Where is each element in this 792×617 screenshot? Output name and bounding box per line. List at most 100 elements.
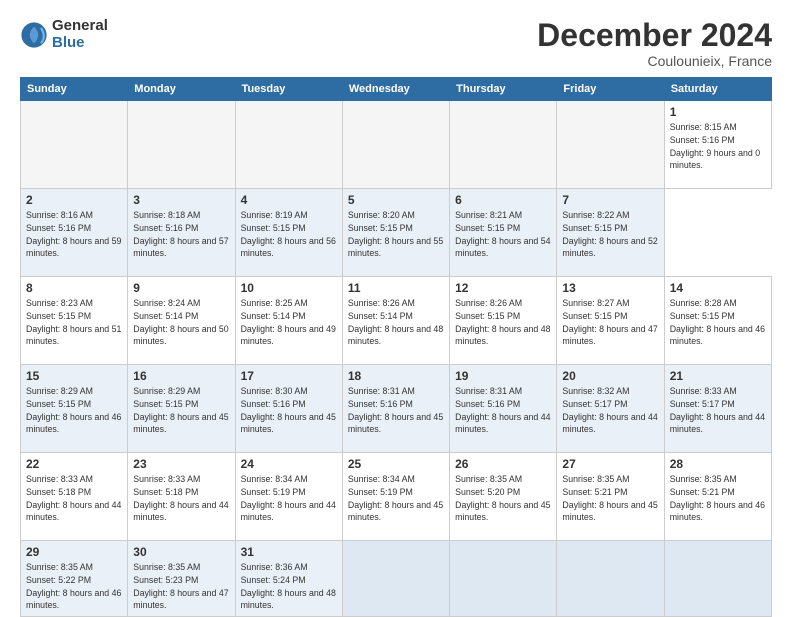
- day-number: 6: [455, 193, 551, 207]
- day-info: Sunrise: 8:35 AMSunset: 5:21 PMDaylight:…: [562, 473, 658, 524]
- calendar-cell: 12Sunrise: 8:26 AMSunset: 5:15 PMDayligh…: [450, 277, 557, 365]
- location: Coulounieix, France: [537, 53, 772, 69]
- day-info: Sunrise: 8:20 AMSunset: 5:15 PMDaylight:…: [348, 209, 444, 260]
- day-number: 25: [348, 457, 444, 471]
- day-number: 30: [133, 545, 229, 559]
- day-info: Sunrise: 8:33 AMSunset: 5:17 PMDaylight:…: [670, 385, 766, 436]
- calendar-cell: 21Sunrise: 8:33 AMSunset: 5:17 PMDayligh…: [664, 365, 771, 453]
- day-info: Sunrise: 8:19 AMSunset: 5:15 PMDaylight:…: [241, 209, 337, 260]
- week-row-2: 2Sunrise: 8:16 AMSunset: 5:16 PMDaylight…: [21, 189, 772, 277]
- week-row-4: 15 Sunrise: 8:29 AMSunset: 5:15 PMDayligh…: [21, 365, 772, 453]
- day-info: Sunrise: 8:35 AMSunset: 5:20 PMDaylight:…: [455, 473, 551, 524]
- day-info: Sunrise: 8:35 AMSunset: 5:21 PMDaylight:…: [670, 473, 766, 524]
- day-number: 4: [241, 193, 337, 207]
- logo-general: General: [52, 18, 108, 35]
- calendar-cell: 15Sunrise: 8:29 AMSunset: 5:15 PMDayligh…: [21, 365, 128, 453]
- logo-icon: [20, 21, 48, 49]
- calendar-cell: [557, 541, 664, 617]
- week-row-3: 8 Sunrise: 8:23 AMSunset: 5:15 PMDaylight…: [21, 277, 772, 365]
- calendar-table: Sunday Monday Tuesday Wednesday Thursday…: [20, 77, 772, 617]
- calendar-cell: 16Sunrise: 8:29 AMSunset: 5:15 PMDayligh…: [128, 365, 235, 453]
- calendar-cell: 31 Sunrise: 8:36 AMSunset: 5:24 PMDayligh…: [235, 541, 342, 617]
- calendar-cell: [128, 101, 235, 189]
- col-wednesday: Wednesday: [342, 78, 449, 101]
- calendar-cell: 4 Sunrise: 8:19 AMSunset: 5:15 PMDaylight…: [235, 189, 342, 277]
- calendar-cell: [664, 541, 771, 617]
- calendar-cell: 20 Sunrise: 8:32 AMSunset: 5:17 PMDayligh…: [557, 365, 664, 453]
- calendar-cell: 27 Sunrise: 8:35 AMSunset: 5:21 PMDayligh…: [557, 453, 664, 541]
- calendar-cell: 26Sunrise: 8:35 AMSunset: 5:20 PMDayligh…: [450, 453, 557, 541]
- calendar-cell: 5Sunrise: 8:20 AMSunset: 5:15 PMDaylight…: [342, 189, 449, 277]
- day-info: Sunrise: 8:33 AMSunset: 5:18 PMDaylight:…: [26, 473, 122, 524]
- header: General Blue December 2024 Coulounieix, …: [20, 18, 772, 69]
- day-number: 27: [562, 457, 658, 471]
- calendar-cell: [450, 541, 557, 617]
- day-info: Sunrise: 8:36 AMSunset: 5:24 PMDaylight:…: [241, 561, 337, 612]
- calendar-cell: [342, 541, 449, 617]
- day-number: 15: [26, 369, 122, 383]
- month-title: December 2024: [537, 18, 772, 53]
- calendar-cell: 17Sunrise: 8:30 AMSunset: 5:16 PMDayligh…: [235, 365, 342, 453]
- day-number: 7: [562, 193, 658, 207]
- day-info: Sunrise: 8:29 AMSunset: 5:15 PMDaylight:…: [133, 385, 229, 436]
- calendar-cell: 9Sunrise: 8:24 AMSunset: 5:14 PMDaylight…: [128, 277, 235, 365]
- calendar-cell: 14Sunrise: 8:28 AMSunset: 5:15 PMDayligh…: [664, 277, 771, 365]
- day-number: 22: [26, 457, 122, 471]
- calendar-cell: 10 Sunrise: 8:25 AMSunset: 5:14 PMDayligh…: [235, 277, 342, 365]
- day-number: 19: [455, 369, 551, 383]
- calendar-cell: 22 Sunrise: 8:33 AMSunset: 5:18 PMDayligh…: [21, 453, 128, 541]
- calendar-cell: 28Sunrise: 8:35 AMSunset: 5:21 PMDayligh…: [664, 453, 771, 541]
- day-info: Sunrise: 8:23 AMSunset: 5:15 PMDaylight:…: [26, 297, 122, 348]
- week-row-1: 1 Sunrise: 8:15 AMSunset: 5:16 PMDaylight…: [21, 101, 772, 189]
- day-info: Sunrise: 8:26 AMSunset: 5:15 PMDaylight:…: [455, 297, 551, 348]
- logo-blue: Blue: [52, 35, 108, 52]
- calendar-cell: 1 Sunrise: 8:15 AMSunset: 5:16 PMDaylight…: [664, 101, 771, 189]
- day-info: Sunrise: 8:32 AMSunset: 5:17 PMDaylight:…: [562, 385, 658, 436]
- day-number: 23: [133, 457, 229, 471]
- day-number: 14: [670, 281, 766, 295]
- day-info: Sunrise: 8:34 AMSunset: 5:19 PMDaylight:…: [241, 473, 337, 524]
- calendar-cell: 13Sunrise: 8:27 AMSunset: 5:15 PMDayligh…: [557, 277, 664, 365]
- calendar-cell: 11 Sunrise: 8:26 AMSunset: 5:14 PMDayligh…: [342, 277, 449, 365]
- day-info: Sunrise: 8:34 AMSunset: 5:19 PMDaylight:…: [348, 473, 444, 524]
- day-info: Sunrise: 8:31 AMSunset: 5:16 PMDaylight:…: [455, 385, 551, 436]
- day-number: 8: [26, 281, 122, 295]
- day-info: Sunrise: 8:22 AMSunset: 5:15 PMDaylight:…: [562, 209, 658, 260]
- day-number: 11: [348, 281, 444, 295]
- calendar-cell: 24Sunrise: 8:34 AMSunset: 5:19 PMDayligh…: [235, 453, 342, 541]
- calendar-cell: [21, 101, 128, 189]
- logo-text: General Blue: [52, 18, 108, 51]
- day-info: Sunrise: 8:27 AMSunset: 5:15 PMDaylight:…: [562, 297, 658, 348]
- calendar-cell: 8 Sunrise: 8:23 AMSunset: 5:15 PMDaylight…: [21, 277, 128, 365]
- calendar-cell: 18Sunrise: 8:31 AMSunset: 5:16 PMDayligh…: [342, 365, 449, 453]
- week-row-6: 29 Sunrise: 8:35 AMSunset: 5:22 PMDayligh…: [21, 541, 772, 617]
- calendar-cell: 23Sunrise: 8:33 AMSunset: 5:18 PMDayligh…: [128, 453, 235, 541]
- day-number: 1: [670, 105, 766, 119]
- day-info: Sunrise: 8:26 AMSunset: 5:14 PMDaylight:…: [348, 297, 444, 348]
- calendar-cell: [235, 101, 342, 189]
- day-info: Sunrise: 8:25 AMSunset: 5:14 PMDaylight:…: [241, 297, 337, 348]
- calendar-cell: 29 Sunrise: 8:35 AMSunset: 5:22 PMDayligh…: [21, 541, 128, 617]
- day-info: Sunrise: 8:31 AMSunset: 5:16 PMDaylight:…: [348, 385, 444, 436]
- calendar-cell: [342, 101, 449, 189]
- day-number: 31: [241, 545, 337, 559]
- day-info: Sunrise: 8:21 AMSunset: 5:15 PMDaylight:…: [455, 209, 551, 260]
- day-number: 17: [241, 369, 337, 383]
- calendar-cell: [450, 101, 557, 189]
- calendar-cell: [557, 101, 664, 189]
- day-info: Sunrise: 8:16 AMSunset: 5:16 PMDaylight:…: [26, 209, 122, 260]
- day-info: Sunrise: 8:15 AMSunset: 5:16 PMDaylight:…: [670, 121, 766, 172]
- calendar-cell: 30Sunrise: 8:35 AMSunset: 5:23 PMDayligh…: [128, 541, 235, 617]
- col-thursday: Thursday: [450, 78, 557, 101]
- day-number: 29: [26, 545, 122, 559]
- week-row-5: 22 Sunrise: 8:33 AMSunset: 5:18 PMDayligh…: [21, 453, 772, 541]
- day-number: 10: [241, 281, 337, 295]
- col-tuesday: Tuesday: [235, 78, 342, 101]
- logo: General Blue: [20, 18, 108, 51]
- calendar-cell: 25 Sunrise: 8:34 AMSunset: 5:19 PMDayligh…: [342, 453, 449, 541]
- day-number: 20: [562, 369, 658, 383]
- day-info: Sunrise: 8:35 AMSunset: 5:22 PMDaylight:…: [26, 561, 122, 612]
- col-sunday: Sunday: [21, 78, 128, 101]
- header-row: Sunday Monday Tuesday Wednesday Thursday…: [21, 78, 772, 101]
- calendar-page: General Blue December 2024 Coulounieix, …: [0, 0, 792, 612]
